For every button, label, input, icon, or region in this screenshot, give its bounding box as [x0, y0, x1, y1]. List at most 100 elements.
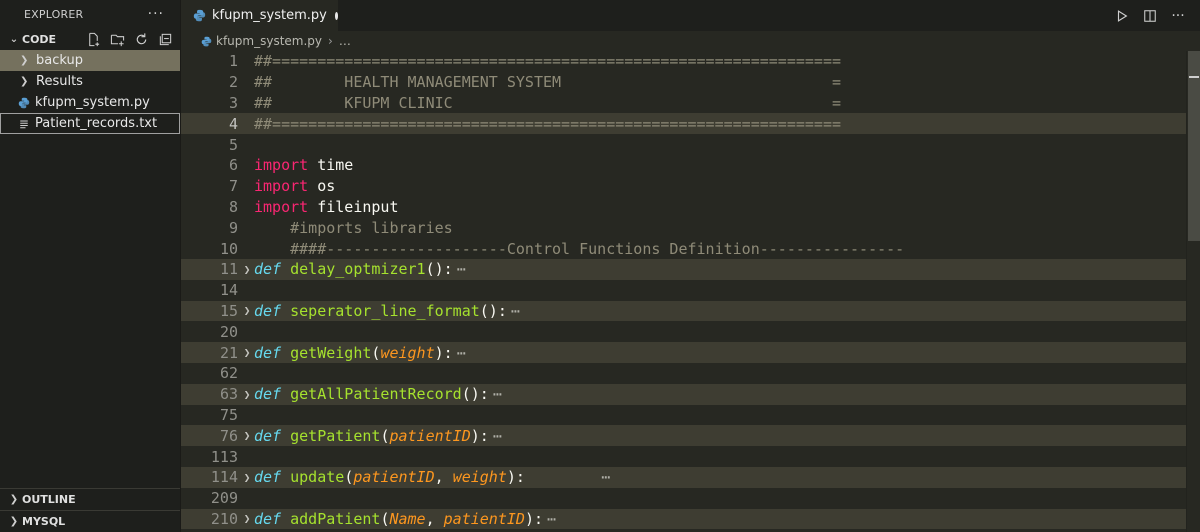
code-token: fileinput	[308, 197, 399, 216]
code-token: getAllPatientRecord	[290, 385, 462, 404]
chevron-right-icon: ❯	[9, 516, 19, 527]
run-icon[interactable]	[1114, 8, 1130, 24]
code-token: def	[254, 468, 282, 487]
outline-section[interactable]: ❯ OUTLINE	[0, 488, 180, 510]
code-line[interactable]: 3 ## KFUPM CLINIC =	[181, 93, 1186, 114]
mysql-label: MYSQL	[22, 515, 66, 528]
code-line[interactable]: 10 ####--------------------Control Funct…	[181, 238, 1186, 259]
code-line[interactable]: 113	[181, 446, 1186, 467]
new-folder-icon[interactable]	[108, 30, 126, 48]
code-token: update	[290, 468, 345, 487]
folded-ellipsis-icon[interactable]: ⋯	[457, 260, 466, 278]
code-token: patientID	[389, 426, 471, 445]
fold-chevron-icon[interactable]: ❯	[240, 429, 254, 442]
scrollbar-thumb[interactable]	[1188, 51, 1200, 241]
chevron-right-icon: ›	[328, 34, 333, 48]
line-content: def delay_optmizer1(): ⋯	[254, 260, 466, 278]
code-line[interactable]: 114 ❯ def update(patientID, weight): ⋯	[181, 466, 1186, 488]
breadcrumb-file[interactable]: kfupm_system.py	[216, 34, 322, 48]
vertical-scrollbar[interactable]	[1186, 51, 1200, 532]
code-line[interactable]: 4 ##=====================================…	[181, 113, 1186, 135]
line-number: 113	[210, 447, 238, 466]
tree-item-label: Patient_records.txt	[35, 116, 158, 131]
code-line[interactable]: 11 ❯ def delay_optmizer1(): ⋯	[181, 258, 1186, 280]
tree-item-kfupm-system-py[interactable]: kfupm_system.py	[0, 92, 180, 113]
line-number: 10	[219, 239, 238, 258]
line-number: 75	[219, 405, 238, 424]
code-line[interactable]: 21 ❯ def getWeight(weight): ⋯	[181, 342, 1186, 363]
more-actions-icon[interactable]: ···	[1170, 8, 1186, 24]
code-token: def	[254, 509, 282, 528]
fold-chevron-icon[interactable]: ❯	[240, 388, 254, 401]
chevron-right-icon: ❯	[20, 76, 29, 87]
collapse-all-icon[interactable]	[156, 30, 174, 48]
code-token: ):	[434, 343, 453, 362]
code-token: ():	[425, 260, 453, 279]
refresh-icon[interactable]	[132, 30, 150, 48]
line-number: 5	[228, 135, 238, 154]
code-line[interactable]: 8 import fileinput	[181, 197, 1186, 218]
code-line[interactable]: 2 ## HEALTH MANAGEMENT SYSTEM =	[181, 72, 1186, 93]
folded-ellipsis-icon[interactable]: ⋯	[601, 468, 610, 486]
mysql-section[interactable]: ❯ MYSQL	[0, 510, 180, 532]
breadcrumb-symbol[interactable]: …	[339, 34, 351, 48]
fold-chevron-icon[interactable]: ❯	[240, 471, 254, 484]
code-token: time	[308, 156, 354, 175]
code-token: ##======================================…	[254, 114, 841, 133]
folded-ellipsis-icon[interactable]: ⋯	[493, 385, 502, 403]
folded-ellipsis-icon[interactable]: ⋯	[547, 510, 556, 528]
code-line[interactable]: 7 import os	[181, 176, 1186, 197]
code-line[interactable]: 75	[181, 405, 1186, 426]
code-line[interactable]: 210 ❯ def addPatient(Name, patientID): ⋯	[181, 508, 1186, 530]
code-token: ():	[479, 301, 507, 320]
code-token: getPatient	[290, 426, 381, 445]
code-line[interactable]: 6 import time	[181, 155, 1186, 176]
code-line[interactable]: 76 ❯ def getPatient(patientID): ⋯	[181, 425, 1186, 447]
unsaved-dot-icon[interactable]	[334, 11, 338, 20]
code-token: ,	[425, 509, 444, 528]
line-number: 63	[219, 385, 238, 404]
code-line[interactable]: 62	[181, 363, 1186, 384]
code-line[interactable]: 209	[181, 488, 1186, 509]
fold-chevron-icon[interactable]: ❯	[240, 346, 254, 359]
code-line[interactable]: 5	[181, 134, 1186, 155]
fold-chevron-icon[interactable]: ❯	[240, 512, 254, 525]
tree-item-label: backup	[36, 53, 83, 68]
new-file-icon[interactable]	[84, 30, 102, 48]
line-number: 4	[228, 114, 238, 133]
folded-ellipsis-icon[interactable]: ⋯	[511, 302, 520, 320]
editor-area: kfupm_system.py ··· kfupm_system.py › … …	[181, 0, 1200, 532]
code-line[interactable]: 20	[181, 321, 1186, 342]
python-file-icon	[193, 9, 206, 22]
text-file-icon	[18, 118, 35, 130]
code-line[interactable]: 1 ##=====================================…	[181, 51, 1186, 72]
line-number: 11	[219, 260, 238, 279]
line-content: def getWeight(weight): ⋯	[254, 344, 466, 362]
line-content: ## HEALTH MANAGEMENT SYSTEM =	[254, 73, 841, 91]
code-line[interactable]: 14	[181, 280, 1186, 301]
tree-item-patient-records-txt[interactable]: Patient_records.txt	[0, 113, 180, 134]
tree-item-label: Results	[36, 74, 83, 89]
code-line[interactable]: 9 #imports libraries	[181, 217, 1186, 238]
code-line[interactable]: 63 ❯ def getAllPatientRecord(): ⋯	[181, 383, 1186, 405]
folded-ellipsis-icon[interactable]: ⋯	[457, 344, 466, 362]
folder-section-code[interactable]: ⌄ CODE	[0, 28, 180, 50]
fold-chevron-icon[interactable]: ❯	[240, 304, 254, 317]
code-token: ,	[434, 468, 453, 487]
tree-item-results[interactable]: ❯ Results	[0, 71, 180, 92]
split-editor-icon[interactable]	[1142, 8, 1158, 24]
code-line[interactable]: 15 ❯ def seperator_line_format(): ⋯	[181, 300, 1186, 322]
line-number: 14	[219, 281, 238, 300]
explorer-more-actions-icon[interactable]: ···	[148, 6, 164, 22]
fold-chevron-icon[interactable]: ❯	[240, 263, 254, 276]
folded-ellipsis-icon[interactable]: ⋯	[493, 427, 502, 445]
code-editor[interactable]: 1 ##=====================================…	[181, 51, 1186, 530]
tree-item-backup[interactable]: ❯ backup	[0, 50, 180, 71]
code-token: ## KFUPM CLINIC =	[254, 93, 841, 112]
tab-kfupm-system-py[interactable]: kfupm_system.py	[181, 0, 338, 31]
chevron-right-icon: ❯	[9, 494, 19, 505]
